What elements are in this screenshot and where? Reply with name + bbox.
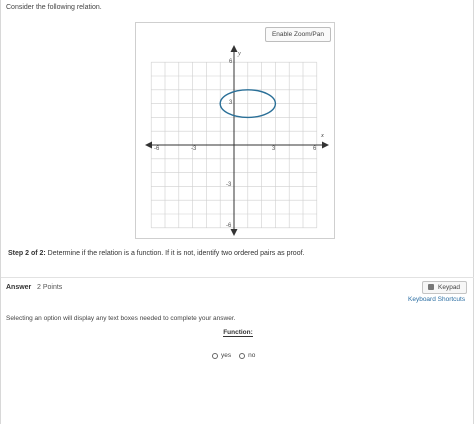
radio-yes[interactable] (212, 352, 218, 359)
option-no[interactable]: no (239, 352, 255, 359)
answer-label: Answer (6, 284, 32, 291)
y-axis-arrow-up-icon (230, 45, 238, 52)
axis-label-x: x (320, 132, 324, 139)
y-axis-arrow-down-icon (230, 229, 238, 236)
graph-panel: Enable Zoom/Pan -6 -3 3 6 6 3 -3 -6 x y (135, 22, 335, 239)
tick-label-y-neg6: -6 (226, 223, 232, 229)
option-yes[interactable]: yes (212, 352, 231, 359)
step-instruction: Step 2 of 2: Determine if the relation i… (8, 250, 304, 257)
option-no-label: no (248, 352, 256, 359)
function-options: yes no (212, 352, 263, 359)
tick-label-y-neg3: -3 (226, 182, 232, 188)
section-divider (1, 277, 474, 278)
coordinate-graph[interactable]: -6 -3 3 6 6 3 -3 -6 x y (136, 23, 336, 240)
step-label: Step 2 of 2: (8, 250, 46, 257)
question-prompt: Consider the following relation. (6, 4, 102, 11)
keypad-icon (428, 284, 434, 290)
tick-label-x-neg6: -6 (154, 146, 160, 152)
keyboard-shortcuts-link[interactable]: Keyboard Shortcuts (408, 296, 465, 303)
function-label-row: Function: (1, 329, 474, 337)
keypad-label: Keypad (438, 284, 461, 291)
step-text: Determine if the relation is a function.… (45, 250, 305, 257)
tick-label-x-neg3: -3 (191, 146, 197, 152)
tick-label-x-6: 6 (313, 146, 317, 152)
tick-label-y-3: 3 (229, 100, 233, 106)
page-frame: Consider the following relation. Enable … (0, 0, 474, 424)
option-yes-label: yes (221, 352, 232, 359)
x-axis-arrow-left-icon (145, 141, 152, 149)
points-label: 2 Points (37, 284, 63, 291)
radio-no[interactable] (239, 352, 246, 359)
axes (145, 45, 329, 236)
answer-instruction: Selecting an option will display any tex… (6, 315, 236, 322)
function-label: Function: (223, 329, 253, 337)
tick-labels: -6 -3 3 6 6 3 -3 -6 x y (154, 50, 324, 229)
x-axis-arrow-right-icon (322, 141, 329, 149)
keypad-button[interactable]: Keypad (422, 281, 467, 294)
axis-label-y: y (237, 50, 241, 57)
